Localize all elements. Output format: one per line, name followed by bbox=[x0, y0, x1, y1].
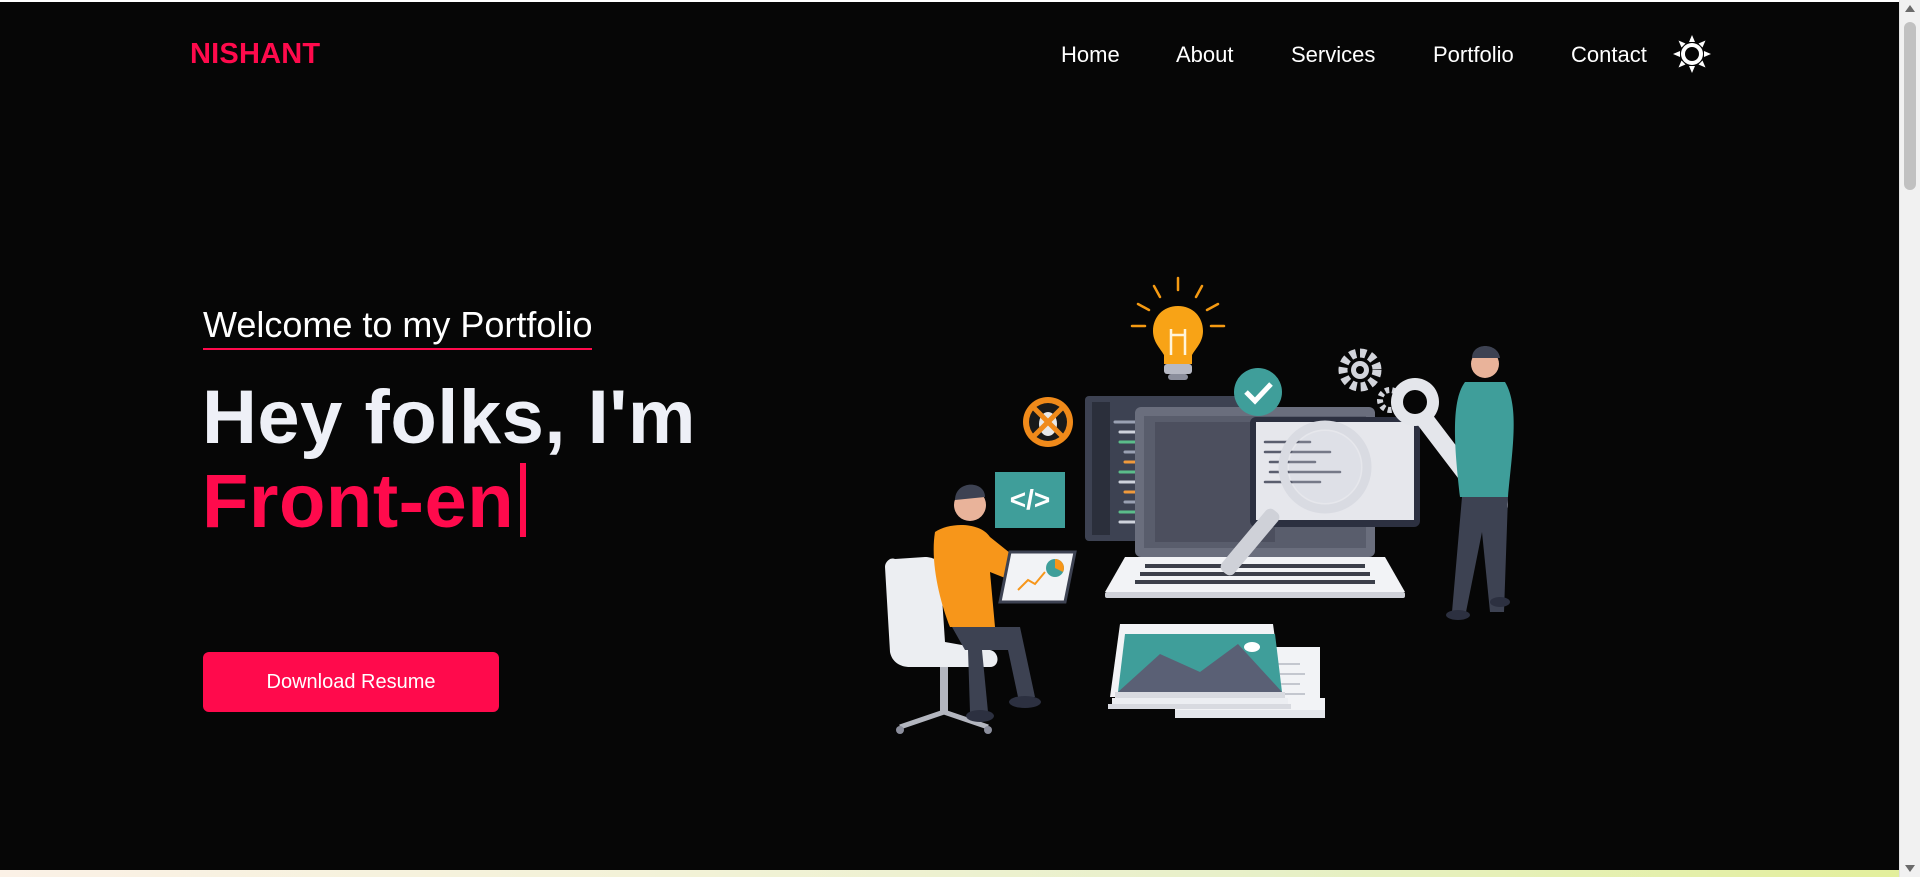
bottom-strip bbox=[0, 870, 1899, 877]
brand-logo[interactable]: NISHANT bbox=[190, 38, 320, 71]
welcome-heading: Welcome to my Portfolio bbox=[203, 304, 593, 350]
nav-link-services[interactable]: Services bbox=[1291, 42, 1375, 68]
nav-link-about[interactable]: About bbox=[1176, 42, 1234, 68]
nav-link-contact[interactable]: Contact bbox=[1571, 42, 1647, 68]
nav-link-home[interactable]: Home bbox=[1061, 42, 1120, 68]
bug-icon bbox=[1023, 397, 1073, 447]
nav-link-portfolio[interactable]: Portfolio bbox=[1433, 42, 1514, 68]
vertical-scrollbar[interactable] bbox=[1899, 0, 1920, 877]
scroll-down-arrow-icon[interactable] bbox=[1905, 865, 1915, 872]
typed-text: Front-en bbox=[202, 459, 515, 544]
scroll-up-arrow-icon[interactable] bbox=[1905, 5, 1915, 12]
lightbulb-icon bbox=[1130, 276, 1226, 380]
download-resume-button[interactable]: Download Resume bbox=[203, 652, 499, 712]
hero-title: Hey folks, I'm bbox=[202, 375, 696, 460]
code-tag-icon: </> bbox=[995, 472, 1065, 528]
developer-illustration: </> bbox=[885, 276, 1514, 734]
sun-icon[interactable] bbox=[1672, 34, 1712, 74]
typed-role-text: Front-en bbox=[202, 458, 527, 545]
image-card bbox=[1108, 624, 1325, 718]
page: NISHANT Home About Services Portfolio Co… bbox=[0, 0, 1899, 870]
scrollbar-thumb[interactable] bbox=[1904, 22, 1916, 190]
svg-text:</>: </> bbox=[1010, 484, 1050, 515]
standing-person bbox=[1446, 346, 1514, 620]
typing-cursor bbox=[520, 463, 527, 537]
